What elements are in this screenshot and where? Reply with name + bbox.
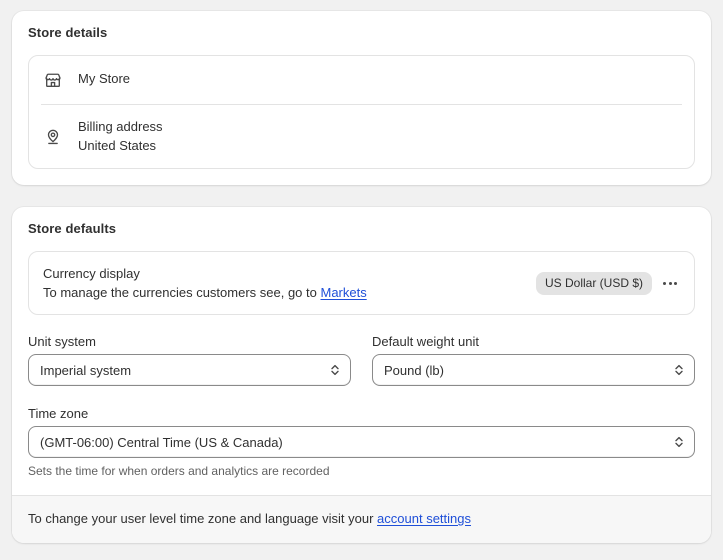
more-horizontal-icon[interactable] — [656, 269, 684, 297]
store-name-value: My Store — [78, 71, 131, 86]
dot — [674, 281, 677, 285]
time-zone-field: Time zone (GMT-06:00) Central Time (US &… — [28, 405, 695, 479]
billing-address-row[interactable]: Billing address United States — [29, 105, 694, 168]
settings-general-page: Store details My Store Billing address U… — [0, 0, 723, 560]
markets-link[interactable]: Markets — [320, 285, 366, 300]
currency-display-label: Currency display — [43, 266, 140, 281]
store-details-body: Store details My Store Billing address U… — [12, 11, 711, 185]
currency-badge: US Dollar (USD $) — [535, 271, 652, 295]
currency-description-prefix: To manage the currencies customers see, … — [43, 285, 321, 300]
dot — [668, 281, 672, 285]
unit-system-select-wrap: Imperial system — [28, 354, 351, 386]
billing-address-country: United States — [78, 138, 157, 153]
store-defaults-footer: To change your user level time zone and … — [12, 495, 711, 543]
time-zone-helper-text: Sets the time for when orders and analyt… — [28, 464, 330, 478]
store-defaults-body: Store defaults Currency display To manag… — [12, 207, 711, 495]
weight-unit-field: Default weight unit Pound (lb) — [372, 333, 695, 386]
dot — [663, 281, 666, 285]
time-zone-label: Time zone — [28, 406, 89, 421]
unit-system-select[interactable]: Imperial system — [28, 354, 351, 386]
storefront-icon — [43, 70, 63, 90]
account-settings-link[interactable]: account settings — [377, 511, 471, 526]
currency-display-description: To manage the currencies customers see, … — [43, 285, 367, 300]
store-name-text: My Store — [78, 70, 130, 88]
time-zone-select-wrap: (GMT-06:00) Central Time (US & Canada) — [28, 426, 695, 458]
location-pin-icon — [43, 127, 63, 147]
weight-unit-select[interactable]: Pound (lb) — [372, 354, 695, 386]
footer-text-prefix: To change your user level time zone and … — [28, 511, 378, 526]
weight-unit-label: Default weight unit — [372, 334, 479, 349]
billing-address-label: Billing address — [78, 119, 163, 134]
store-details-list: My Store Billing address United States — [28, 55, 695, 169]
store-defaults-title: Store defaults — [28, 221, 117, 236]
store-name-row[interactable]: My Store — [29, 56, 694, 104]
store-defaults-card: Store defaults Currency display To manag… — [12, 207, 711, 543]
store-details-card: Store details My Store Billing address U… — [12, 11, 711, 185]
billing-address-text: Billing address United States — [78, 118, 163, 155]
time-zone-select[interactable]: (GMT-06:00) Central Time (US & Canada) — [28, 426, 695, 458]
unit-fields-row: Unit system Imperial system Default weig… — [28, 333, 695, 386]
weight-unit-select-wrap: Pound (lb) — [372, 354, 695, 386]
store-details-title: Store details — [28, 25, 108, 40]
currency-display-box: Currency display To manage the currencie… — [28, 251, 695, 315]
unit-system-field: Unit system Imperial system — [28, 333, 351, 386]
currency-display-text: Currency display To manage the currencie… — [43, 264, 536, 302]
unit-system-label: Unit system — [28, 334, 96, 349]
